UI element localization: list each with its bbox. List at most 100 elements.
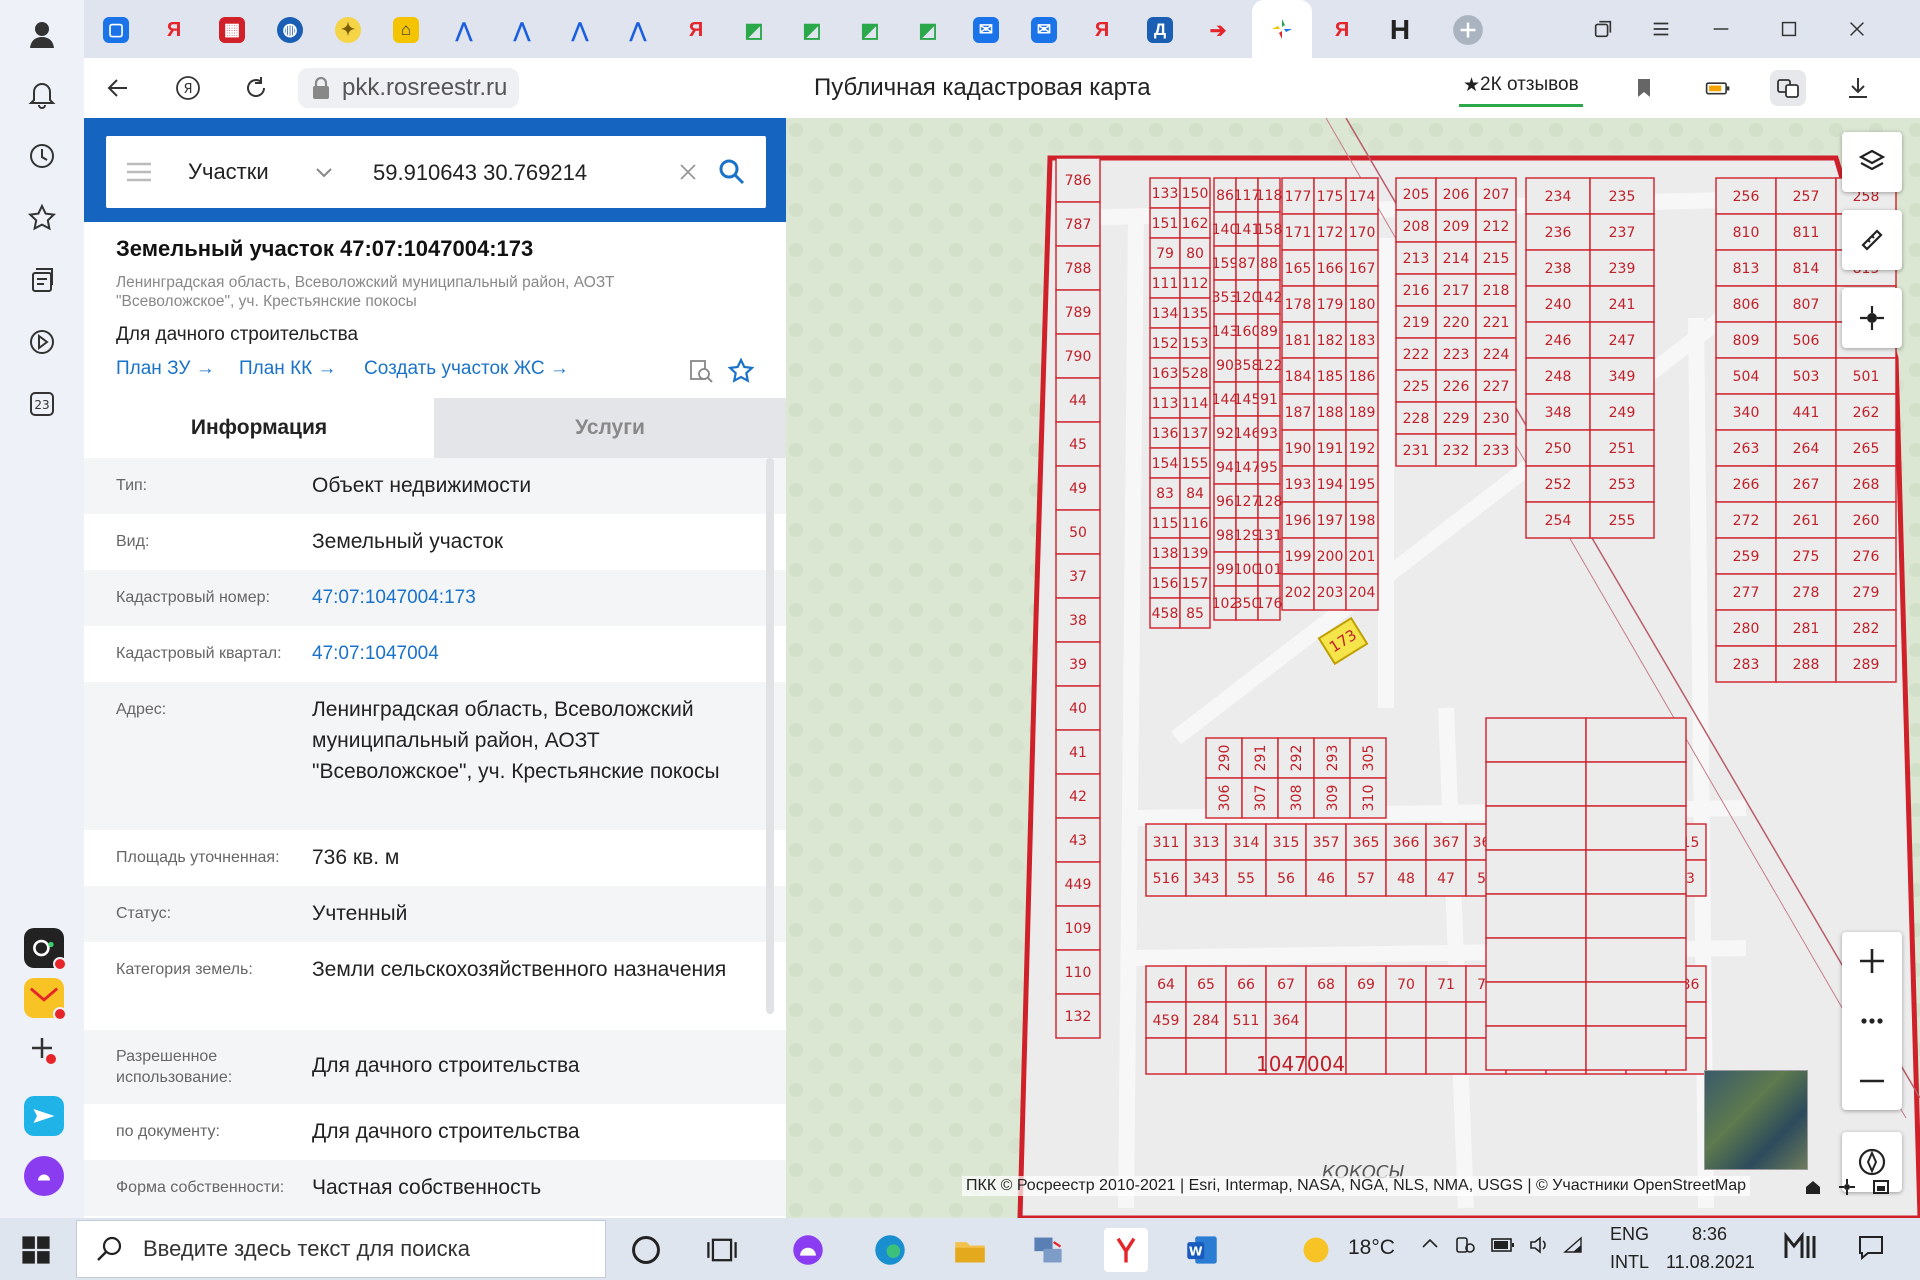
parcel[interactable] xyxy=(1485,893,1587,939)
back-button[interactable] xyxy=(100,70,136,106)
minimap[interactable] xyxy=(1704,1070,1808,1170)
plan-kk-link[interactable]: План КК → xyxy=(239,358,337,380)
yandex-home-button[interactable]: Я xyxy=(170,70,206,106)
explorer-taskbar-icon[interactable] xyxy=(948,1228,992,1272)
history-icon[interactable] xyxy=(22,136,62,176)
parcel[interactable] xyxy=(1585,1025,1687,1071)
meet-now-icon[interactable] xyxy=(1784,1231,1820,1270)
cadastral-map[interactable]: 786 787 788 789 790 44 45 49 50 37 38 39 40 41 42 43 449… xyxy=(786,118,1920,1218)
zoom-in-button[interactable] xyxy=(1857,946,1887,981)
minimize-button[interactable] xyxy=(1704,12,1738,46)
messenger-app-icon[interactable] xyxy=(24,1096,64,1136)
parcel[interactable] xyxy=(1385,1001,1427,1039)
tab-favicon[interactable]: ✉ xyxy=(1024,10,1064,50)
menu-button[interactable] xyxy=(1644,12,1678,46)
tab-active[interactable] xyxy=(1252,0,1312,58)
parcel[interactable] xyxy=(1485,1025,1587,1071)
url-field[interactable]: pkk.rosreestr.ru xyxy=(298,68,520,108)
plan-zu-link[interactable]: План ЗУ → xyxy=(116,358,215,380)
clear-search-icon[interactable] xyxy=(678,162,698,187)
parcel[interactable] xyxy=(1185,1037,1227,1075)
reload-button[interactable] xyxy=(238,70,274,106)
chevron-up-icon[interactable] xyxy=(1420,1234,1440,1260)
parcel[interactable] xyxy=(1425,1001,1467,1039)
word-taskbar-icon[interactable]: W xyxy=(1180,1228,1224,1272)
tab-yandex[interactable]: Я xyxy=(676,10,716,50)
parcel[interactable] xyxy=(1485,717,1587,763)
parcel[interactable] xyxy=(1485,761,1587,807)
parcel[interactable] xyxy=(1585,761,1687,807)
close-window-button[interactable] xyxy=(1840,12,1874,46)
calendar-icon[interactable]: 23 xyxy=(22,384,62,424)
battery-tray-icon[interactable] xyxy=(1490,1235,1516,1261)
map-canvas[interactable]: 786 787 788 789 790 44 45 49 50 37 38 39 40 41 42 43 449… xyxy=(786,118,1920,1218)
parcel[interactable] xyxy=(1485,937,1587,983)
zoom-out-button[interactable] xyxy=(1857,1066,1887,1101)
tab-favicon[interactable]: ◩ xyxy=(850,10,890,50)
parcel[interactable] xyxy=(1585,717,1687,763)
search-icon[interactable] xyxy=(718,158,746,191)
language-secondary[interactable]: INTL xyxy=(1610,1252,1649,1273)
zoom-more-button[interactable] xyxy=(1857,1006,1887,1041)
crosshair-small-icon[interactable] xyxy=(1838,1178,1856,1201)
task-view-button[interactable] xyxy=(700,1228,744,1272)
tab-favicon[interactable]: ⋀ xyxy=(444,10,484,50)
temperature[interactable]: 18°C xyxy=(1348,1236,1395,1260)
tab-favicon[interactable]: ⋀ xyxy=(560,10,600,50)
tab-favicon[interactable]: ▦ xyxy=(212,10,252,50)
profile-icon[interactable] xyxy=(22,14,62,54)
translate-button[interactable] xyxy=(1770,70,1806,106)
tab-favicon[interactable]: Д xyxy=(1140,10,1180,50)
tab-favicon[interactable]: ◩ xyxy=(792,10,832,50)
favorite-star-icon[interactable] xyxy=(727,357,755,389)
parcel[interactable] xyxy=(1345,1001,1387,1039)
clock-date[interactable]: 11.08.2021 xyxy=(1666,1252,1755,1273)
tab-favicon[interactable]: ✉ xyxy=(966,10,1006,50)
tabs-overview-button[interactable] xyxy=(1586,12,1620,46)
yandex-browser-taskbar-icon[interactable] xyxy=(1104,1228,1148,1272)
edge-taskbar-icon[interactable] xyxy=(868,1228,912,1272)
tab-favicon[interactable]: ◩ xyxy=(734,10,774,50)
layers-button[interactable] xyxy=(1842,132,1902,192)
tab-yandex[interactable]: Я xyxy=(154,10,194,50)
parcel[interactable] xyxy=(1305,1001,1347,1039)
parcel[interactable] xyxy=(1345,1037,1387,1075)
search-input[interactable] xyxy=(371,136,645,210)
parcel[interactable] xyxy=(1585,805,1687,851)
tab-yandex[interactable]: Я xyxy=(1082,10,1122,50)
tab-information[interactable]: Информация xyxy=(84,398,434,458)
alice-taskbar-icon[interactable] xyxy=(786,1228,830,1272)
notifications-icon[interactable] xyxy=(1856,1232,1886,1268)
tab-yandex[interactable]: Я xyxy=(1322,10,1362,50)
cadastral-quarter-link[interactable]: 47:07:1047004 xyxy=(312,626,752,682)
wifi-icon[interactable] xyxy=(1562,1234,1584,1262)
downloads-button[interactable] xyxy=(1840,70,1876,106)
weather-sun-icon[interactable] xyxy=(1294,1228,1338,1272)
tab-favicon[interactable]: ⋀ xyxy=(502,10,542,50)
search-document-icon[interactable] xyxy=(688,358,714,389)
create-parcel-link[interactable]: Создать участок ЖС → xyxy=(364,358,569,380)
bookmarks-star-icon[interactable] xyxy=(22,198,62,238)
hamburger-icon[interactable] xyxy=(126,160,152,189)
parcel[interactable] xyxy=(1385,1037,1427,1075)
tab-favicon[interactable]: ⌂ xyxy=(386,10,426,50)
tab-favicon[interactable]: ⋀ xyxy=(618,10,658,50)
taskbar-search[interactable]: Введите здесь текст для поиска xyxy=(76,1220,606,1278)
cortana-button[interactable] xyxy=(624,1228,668,1272)
language-primary[interactable]: ENG xyxy=(1610,1224,1649,1245)
network-app-taskbar-icon[interactable] xyxy=(1026,1228,1070,1272)
video-play-icon[interactable] xyxy=(22,322,62,362)
parcel[interactable] xyxy=(1485,849,1587,895)
people-icon[interactable] xyxy=(1454,1234,1476,1262)
battery-saver-button[interactable] xyxy=(1700,70,1736,106)
add-app-icon[interactable] xyxy=(22,1028,62,1068)
parcel[interactable] xyxy=(1485,981,1587,1027)
tab-favicon[interactable]: ▢ xyxy=(96,10,136,50)
parcel[interactable] xyxy=(1585,849,1687,895)
new-tab-button[interactable] xyxy=(1448,10,1488,50)
parcel[interactable] xyxy=(1585,893,1687,939)
alice-app-icon[interactable] xyxy=(24,928,67,971)
parcel[interactable] xyxy=(1585,937,1687,983)
parcel[interactable] xyxy=(1585,981,1687,1027)
search-mode-select[interactable]: Участки xyxy=(188,136,269,208)
